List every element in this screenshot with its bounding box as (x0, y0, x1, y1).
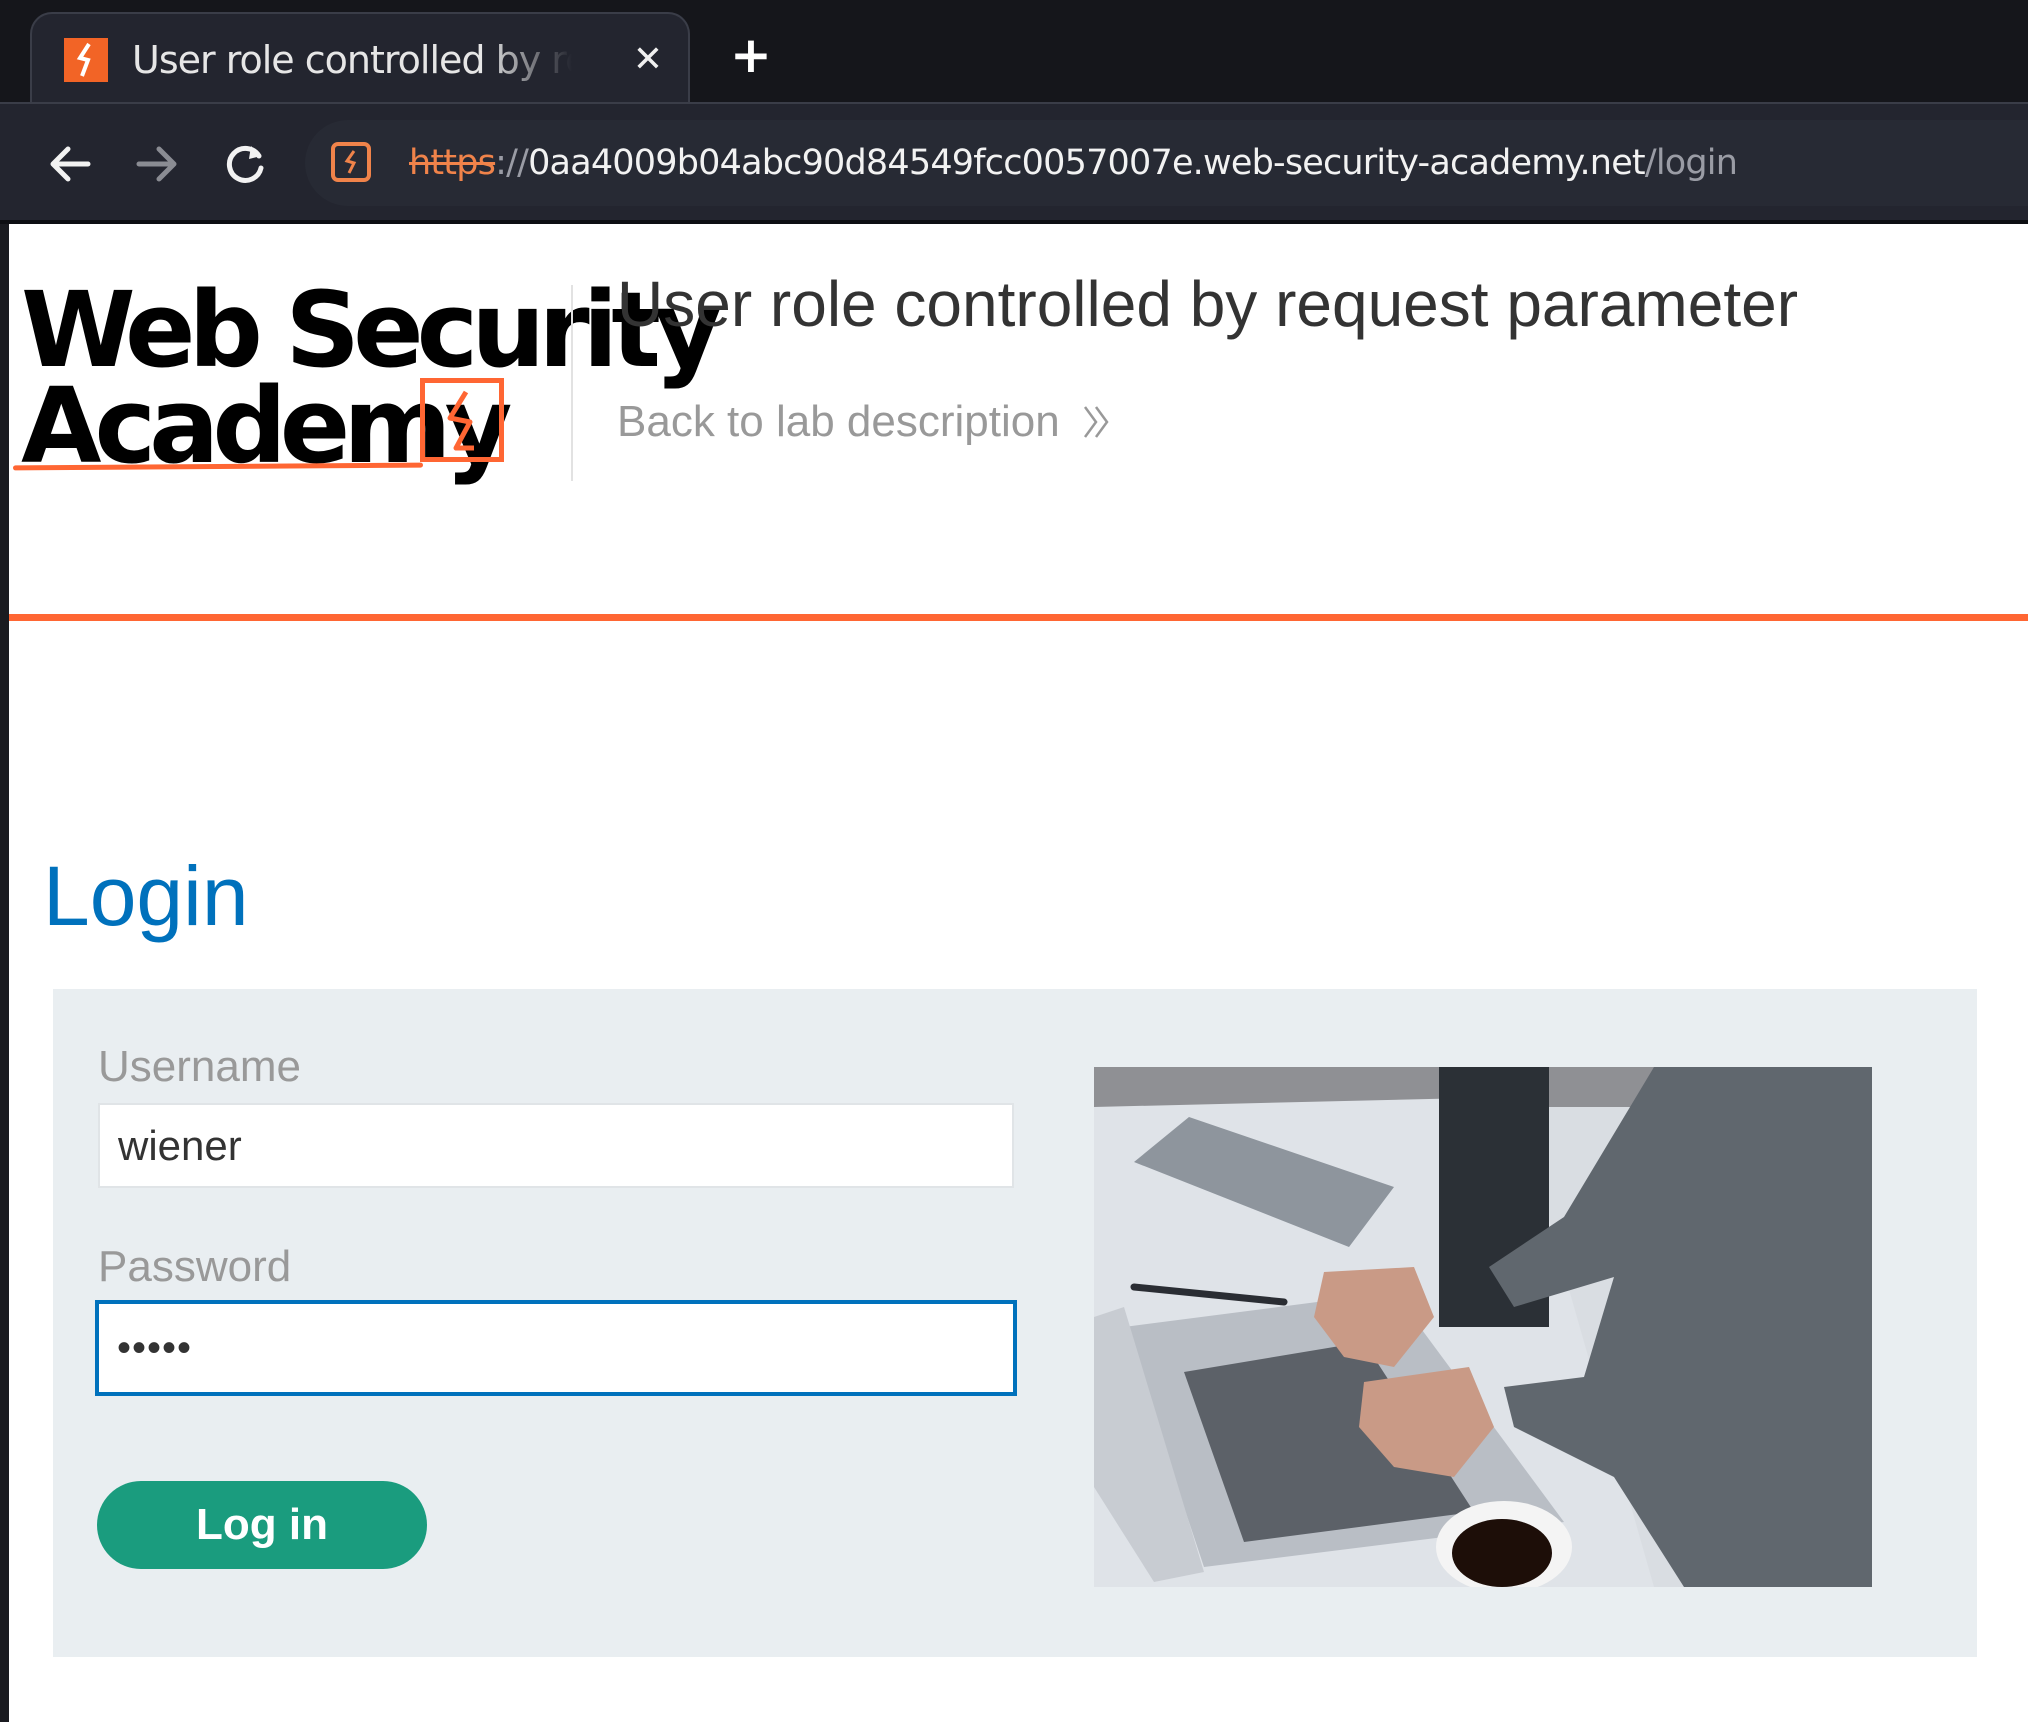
not-secure-site-icon[interactable] (331, 142, 371, 182)
reload-icon[interactable] (215, 134, 275, 194)
username-input[interactable] (98, 1103, 1014, 1188)
url-scheme: https (409, 143, 496, 183)
tab-strip: User role controlled by request paramete… (0, 0, 2028, 104)
arrow-left-icon[interactable] (40, 134, 100, 194)
url-separator: :// (495, 143, 529, 183)
url-path: /login (1644, 143, 1738, 183)
web-security-academy-icon (64, 38, 108, 82)
password-label: Password (98, 1242, 292, 1291)
header-separator (571, 285, 573, 481)
url-text[interactable]: https://0aa4009b04abc90d84549fcc0057007e… (409, 136, 1738, 190)
web-security-academy-logo[interactable]: Web Security Academy (9, 274, 722, 478)
lab-title: User role controlled by request paramete… (617, 268, 1798, 340)
double-chevron-right-icon (1082, 404, 1112, 440)
login-panel: Username Password Log in (53, 989, 1977, 1657)
browser-tab[interactable]: User role controlled by request paramete… (30, 12, 690, 104)
header-divider (9, 614, 2028, 621)
back-to-lab-description-link[interactable]: Back to lab description (617, 392, 1112, 452)
plus-icon[interactable]: + (726, 30, 776, 80)
browser-chrome: User role controlled by request paramete… (0, 0, 2028, 224)
window-edge (0, 0, 9, 1722)
navigation-toolbar: https://0aa4009b04abc90d84549fcc0057007e… (0, 102, 2028, 222)
url-host: 0aa4009b04abc90d84549fcc0057007e.web-sec… (528, 143, 1646, 183)
arrow-right-icon[interactable] (127, 134, 187, 194)
username-label: Username (98, 1042, 301, 1091)
person-typing-on-laptop-photo (1094, 1067, 1872, 1587)
lightning-bolt-icon (420, 378, 504, 462)
back-link-label: Back to lab description (617, 397, 1060, 446)
page-title: Login (43, 849, 249, 943)
close-icon[interactable]: ✕ (628, 36, 668, 84)
password-input[interactable] (95, 1300, 1017, 1396)
page-content: Web Security Academy User role controlle… (9, 224, 2028, 1722)
login-button[interactable]: Log in (97, 1481, 427, 1569)
address-bar[interactable]: https://0aa4009b04abc90d84549fcc0057007e… (305, 120, 2028, 206)
tab-title: User role controlled by request paramete… (132, 38, 572, 82)
